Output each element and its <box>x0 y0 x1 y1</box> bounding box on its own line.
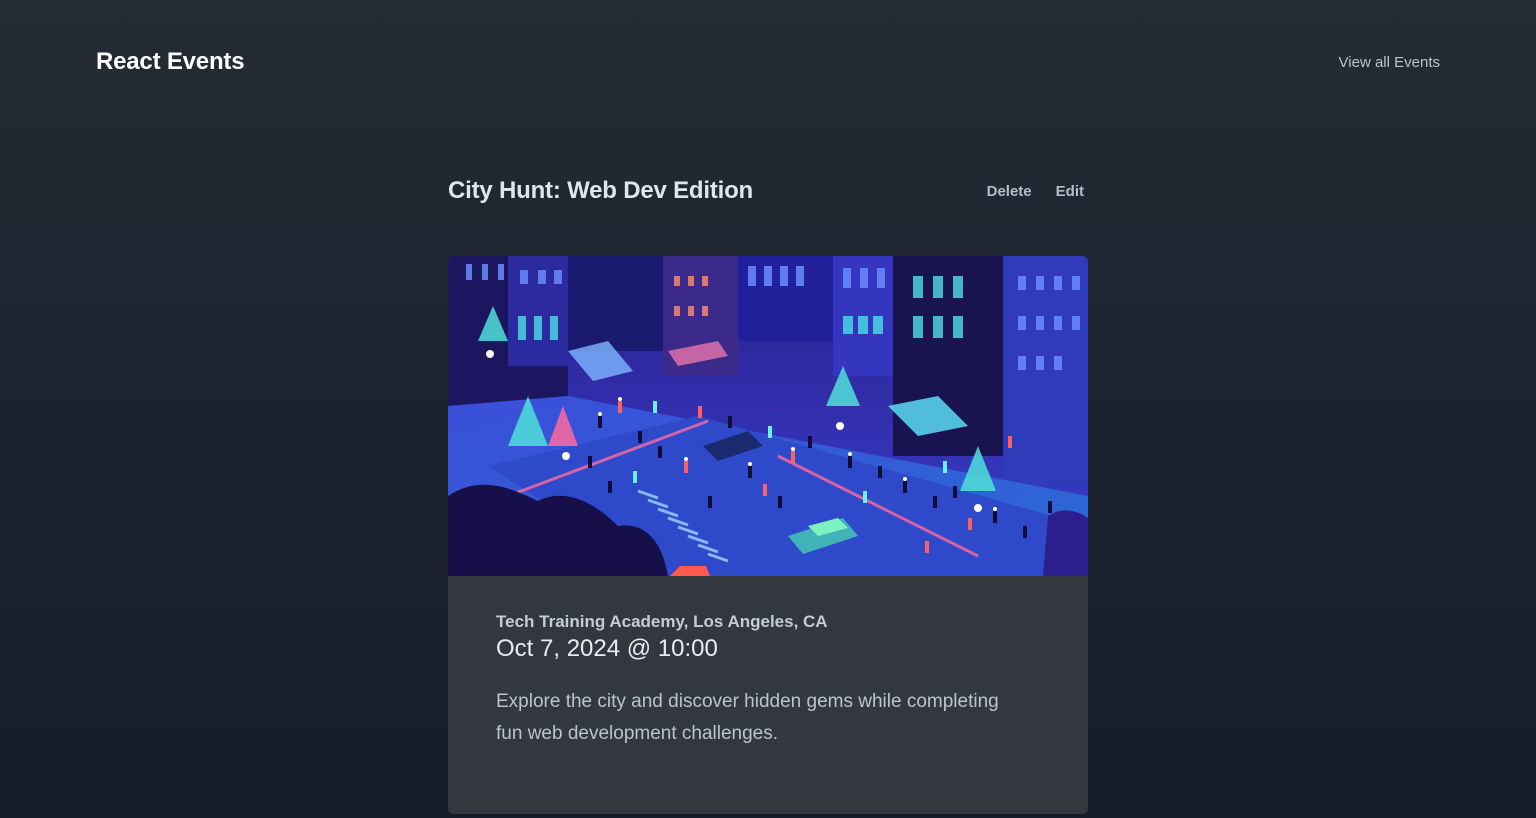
event-image <box>448 256 1088 576</box>
event-card: Tech Training Academy, Los Angeles, CA O… <box>448 256 1088 814</box>
event-datetime: Oct 7, 2024 @ 10:00 <box>496 635 718 662</box>
delete-button[interactable]: Delete <box>987 183 1032 200</box>
event-description: Explore the city and discover hidden gem… <box>496 691 999 744</box>
brand-title[interactable]: React Events <box>96 48 245 76</box>
view-all-events-link[interactable]: View all Events <box>1339 54 1440 71</box>
event-location: Tech Training Academy, Los Angeles, CA <box>496 612 828 631</box>
event-title: City Hunt: Web Dev Edition <box>448 177 754 204</box>
top-bar: React Events View all Events <box>96 40 1440 84</box>
event-details: Tech Training Academy, Los Angeles, CA O… <box>448 576 1088 750</box>
event-header: City Hunt: Web Dev Edition Delete Edit <box>448 172 1088 210</box>
edit-button[interactable]: Edit <box>1056 183 1084 200</box>
event-actions: Delete Edit <box>987 183 1088 200</box>
